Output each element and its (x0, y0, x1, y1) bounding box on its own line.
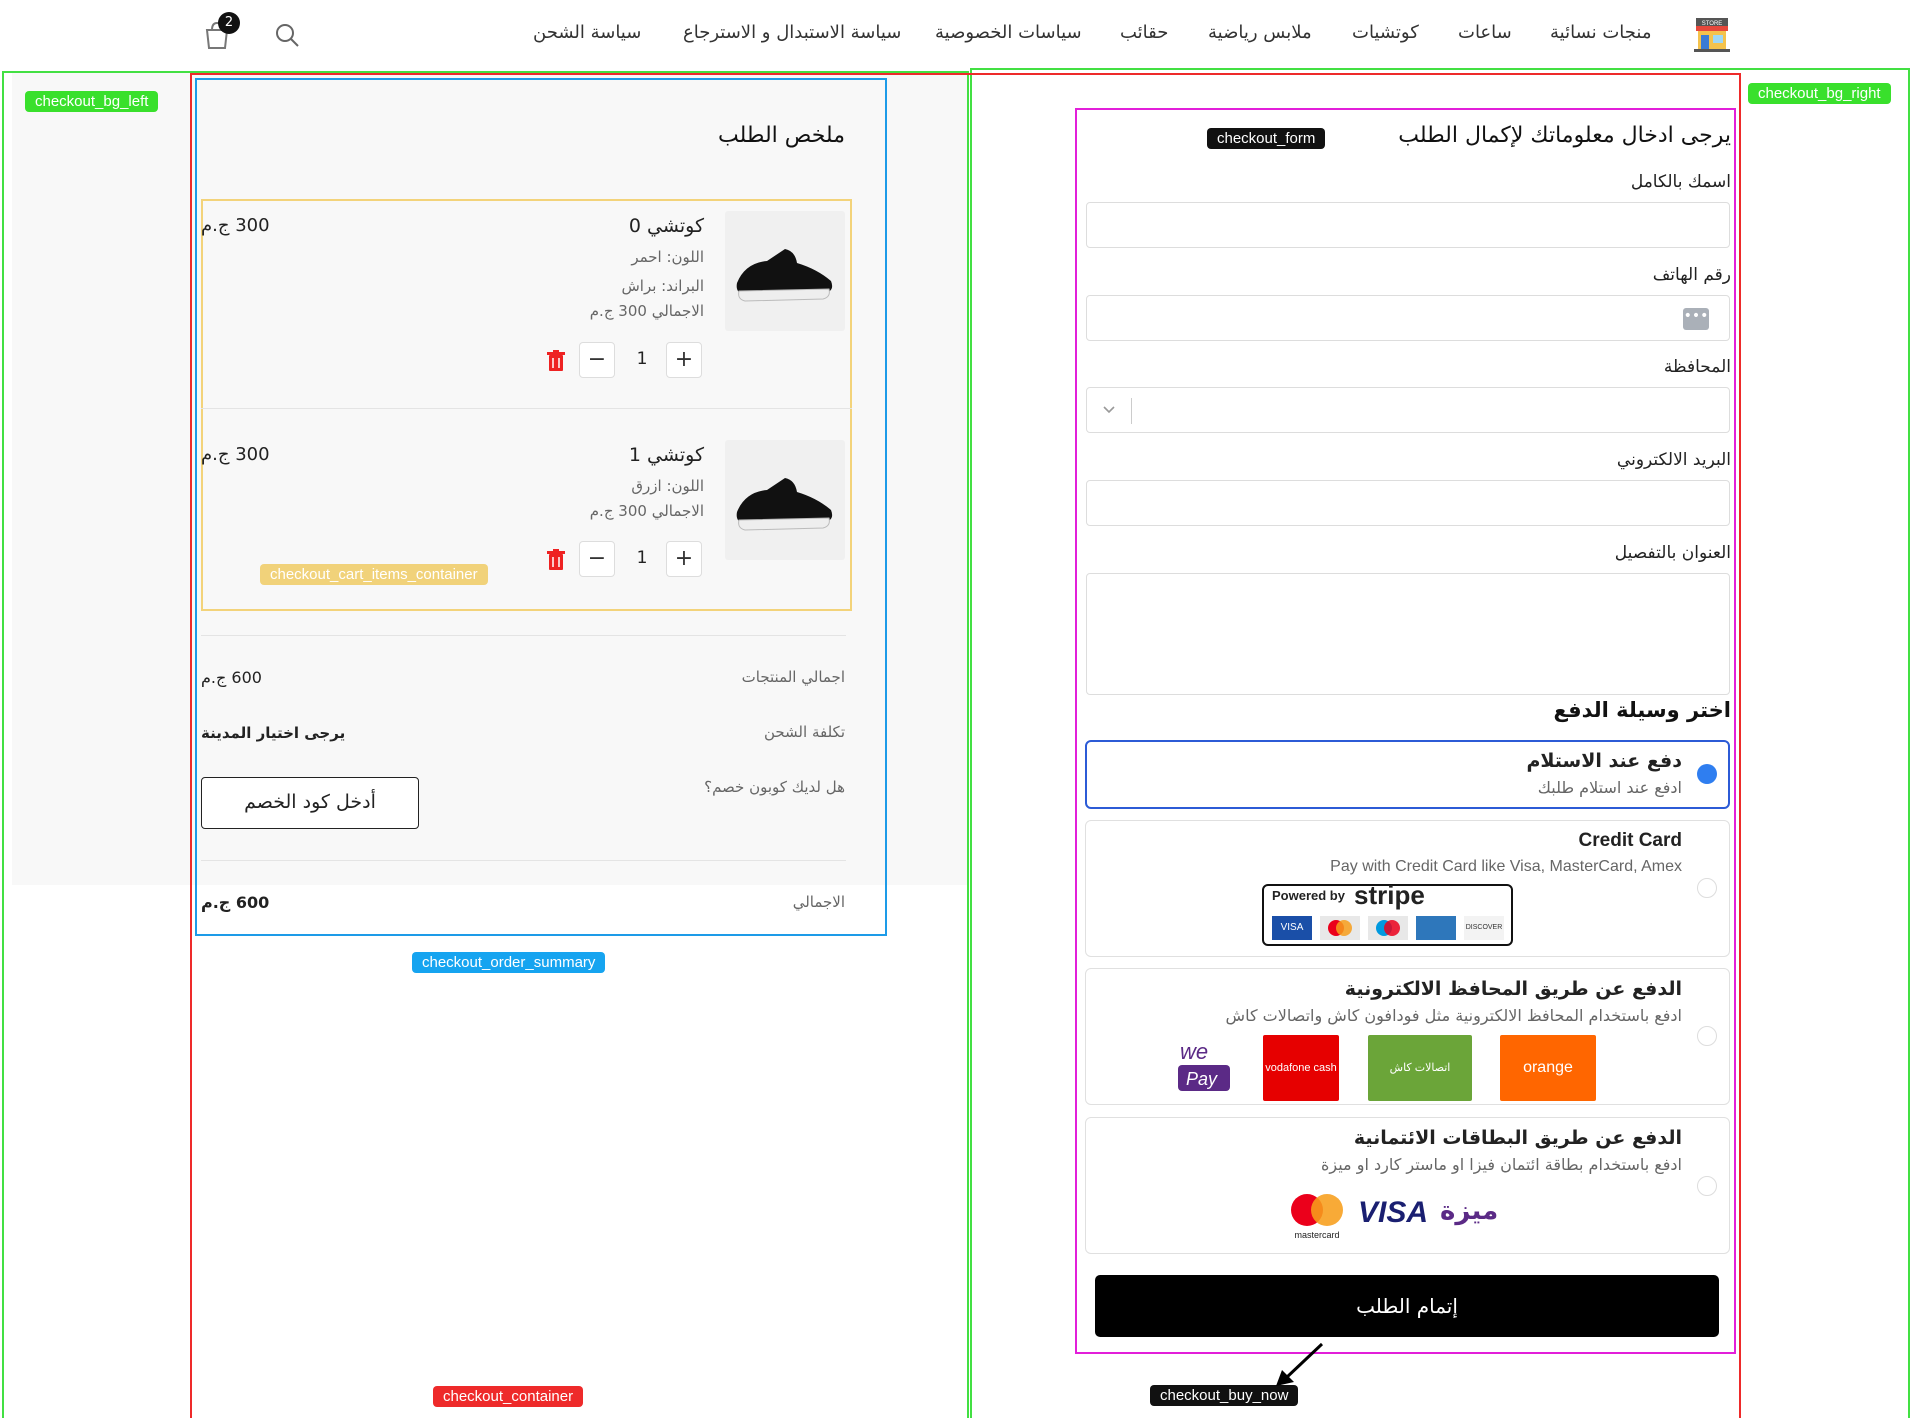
annotation-container-label: checkout_container (433, 1386, 584, 1407)
order-summary-title: ملخص الطلب (718, 123, 845, 148)
svg-text:Pay: Pay (1186, 1069, 1218, 1089)
select-separator (1131, 398, 1132, 424)
amex-icon (1416, 916, 1456, 940)
annotation-bg-left-label: checkout_bg_left (25, 91, 159, 112)
nav-item-sportswear[interactable]: ملابس رياضية (1208, 22, 1312, 43)
svg-text:we: we (1180, 1039, 1208, 1064)
increase-qty-button[interactable]: + (666, 342, 702, 378)
orange-cash-logo: orange (1500, 1035, 1596, 1101)
shipping-cost-label: تكلفة الشحن (763, 723, 845, 741)
nav-item-shoes[interactable]: كوتشيات (1352, 22, 1419, 43)
mastercard-logo: mastercard (1285, 1190, 1351, 1240)
vodafone-cash-logo: vodafone cash (1263, 1035, 1339, 1101)
divider (201, 408, 852, 409)
products-total-value: 600 ج.م (201, 668, 262, 687)
maestro-icon (1368, 916, 1408, 940)
nav-item-bags[interactable]: حقائب (1120, 22, 1168, 43)
nav-item-watches[interactable]: ساعات (1458, 22, 1512, 43)
products-total-label: اجمالي المنتجات (741, 668, 845, 686)
email-input[interactable] (1086, 480, 1730, 526)
annotation-arrow-icon (1272, 1340, 1332, 1394)
cart-item-brand: البراند: براش (621, 277, 704, 295)
cart-item-color: اللون: احمر (631, 248, 704, 266)
trash-icon[interactable] (547, 549, 565, 575)
cart-item-total: الاجمالي 300 ج.م (589, 302, 704, 320)
radio-unselected[interactable] (1697, 1176, 1717, 1196)
annotation-cart-items-label: checkout_cart_items_container (260, 564, 488, 585)
cart-item-name: كوتشي 1 (628, 444, 704, 466)
increase-qty-button[interactable]: + (666, 541, 702, 577)
cart-item-price: 300 ج.م (201, 215, 270, 236)
annotation-form-label: checkout_form (1207, 128, 1326, 149)
cart-item-price: 300 ج.م (201, 444, 270, 465)
search-icon[interactable] (274, 22, 300, 48)
payment-option-title: الدفع عن طريق المحافظ الالكترونية (1344, 978, 1682, 1000)
coupon-question: هل لديك كوبون خصم؟ (704, 778, 845, 796)
stripe-badge: Powered by stripe VISA DISCOVER (1262, 880, 1513, 946)
mastercard-logo-text: mastercard (1294, 1230, 1339, 1240)
discover-icon: DISCOVER (1464, 916, 1504, 940)
governorate-select[interactable] (1086, 387, 1730, 433)
cart-item-name: كوتشي 0 (628, 215, 704, 237)
divider (201, 860, 846, 861)
coupon-button[interactable]: أدخل كود الخصم (201, 777, 419, 829)
meeza-logo: ميزة (1440, 1196, 1499, 1226)
chevron-down-icon (1101, 402, 1117, 422)
email-label: البريد الالكتروني (1616, 450, 1731, 470)
name-label: اسمك بالكامل (1630, 172, 1731, 192)
decrease-qty-button[interactable]: − (579, 541, 615, 577)
stripe-powered-text: Powered by (1272, 888, 1345, 903)
shipping-cost-value: يرجى اختيار المدينة (201, 724, 346, 742)
payment-method-title: اختر وسيلة الدفع (1553, 698, 1732, 722)
decrease-qty-button[interactable]: − (579, 342, 615, 378)
form-title: يرجى ادخال معلوماتك لإكمال الطلب (1398, 123, 1731, 148)
payment-option-desc: ادفع عند استلام طلبك (1537, 778, 1682, 797)
full-name-input[interactable] (1086, 202, 1730, 248)
payment-option-title: Credit Card (1578, 830, 1682, 851)
nav-item-women[interactable]: منجات نسائية (1550, 22, 1652, 43)
site-header: STORE منجات نسائية ساعات كوتشيات ملابس ر… (0, 0, 1919, 70)
payment-option-title: الدفع عن طريق البطاقات الائتمانية (1353, 1127, 1682, 1149)
payment-option-desc: Pay with Credit Card like Visa, MasterCa… (1330, 858, 1682, 875)
we-pay-logo: we Pay (1174, 1035, 1240, 1101)
stripe-logo: stripe (1354, 880, 1425, 910)
mastercard-icon (1320, 916, 1360, 940)
qty-value: 1 (636, 548, 648, 568)
nav-item-privacy[interactable]: سياسات الخصوصية (935, 22, 1082, 43)
cart-item-total: الاجمالي 300 ج.م (589, 502, 704, 520)
cart-count-badge: 2 (218, 12, 240, 34)
radio-selected[interactable] (1697, 764, 1717, 784)
annotation-bg-right-label: checkout_bg_right (1748, 83, 1891, 104)
radio-unselected[interactable] (1697, 1026, 1717, 1046)
store-logo-icon[interactable]: STORE (1692, 14, 1732, 54)
phone-label: رقم الهاتف (1652, 265, 1731, 285)
nav-item-returns[interactable]: سياسة الاستبدال و الاسترجاع (683, 22, 901, 43)
etisalat-cash-logo: اتصالات كاش (1368, 1035, 1472, 1101)
product-image[interactable] (725, 440, 845, 560)
cart-item-color: اللون: ازرق (631, 477, 704, 495)
radio-unselected[interactable] (1697, 878, 1717, 898)
divider (201, 635, 846, 636)
payment-option-desc: ادفع باستخدام المحافظ الالكترونية مثل فو… (1225, 1006, 1682, 1025)
grand-total-value: 600 ج.م (201, 893, 270, 912)
phone-input[interactable]: ••• (1086, 295, 1730, 341)
trash-icon[interactable] (547, 350, 565, 376)
payment-option-desc: ادفع باستخدام بطاقة ائتمان فيزا او ماستر… (1321, 1155, 1682, 1174)
complete-order-button[interactable]: إتمام الطلب (1095, 1275, 1719, 1337)
address-label: العنوان بالتفصيل (1614, 543, 1731, 563)
visa-card-icon: VISA (1272, 916, 1312, 940)
address-textarea[interactable] (1086, 573, 1730, 695)
annotation-summary-label: checkout_order_summary (412, 952, 606, 973)
autofill-icon[interactable]: ••• (1683, 308, 1709, 330)
nav-item-shipping[interactable]: سياسة الشحن (533, 22, 641, 43)
visa-logo: VISA (1358, 1196, 1429, 1229)
payment-option-title: دفع عند الاستلام (1526, 750, 1682, 772)
grand-total-label: الاجمالي (792, 893, 845, 911)
governorate-label: المحافظة (1663, 357, 1731, 377)
qty-value: 1 (636, 349, 648, 369)
product-image[interactable] (725, 211, 845, 331)
